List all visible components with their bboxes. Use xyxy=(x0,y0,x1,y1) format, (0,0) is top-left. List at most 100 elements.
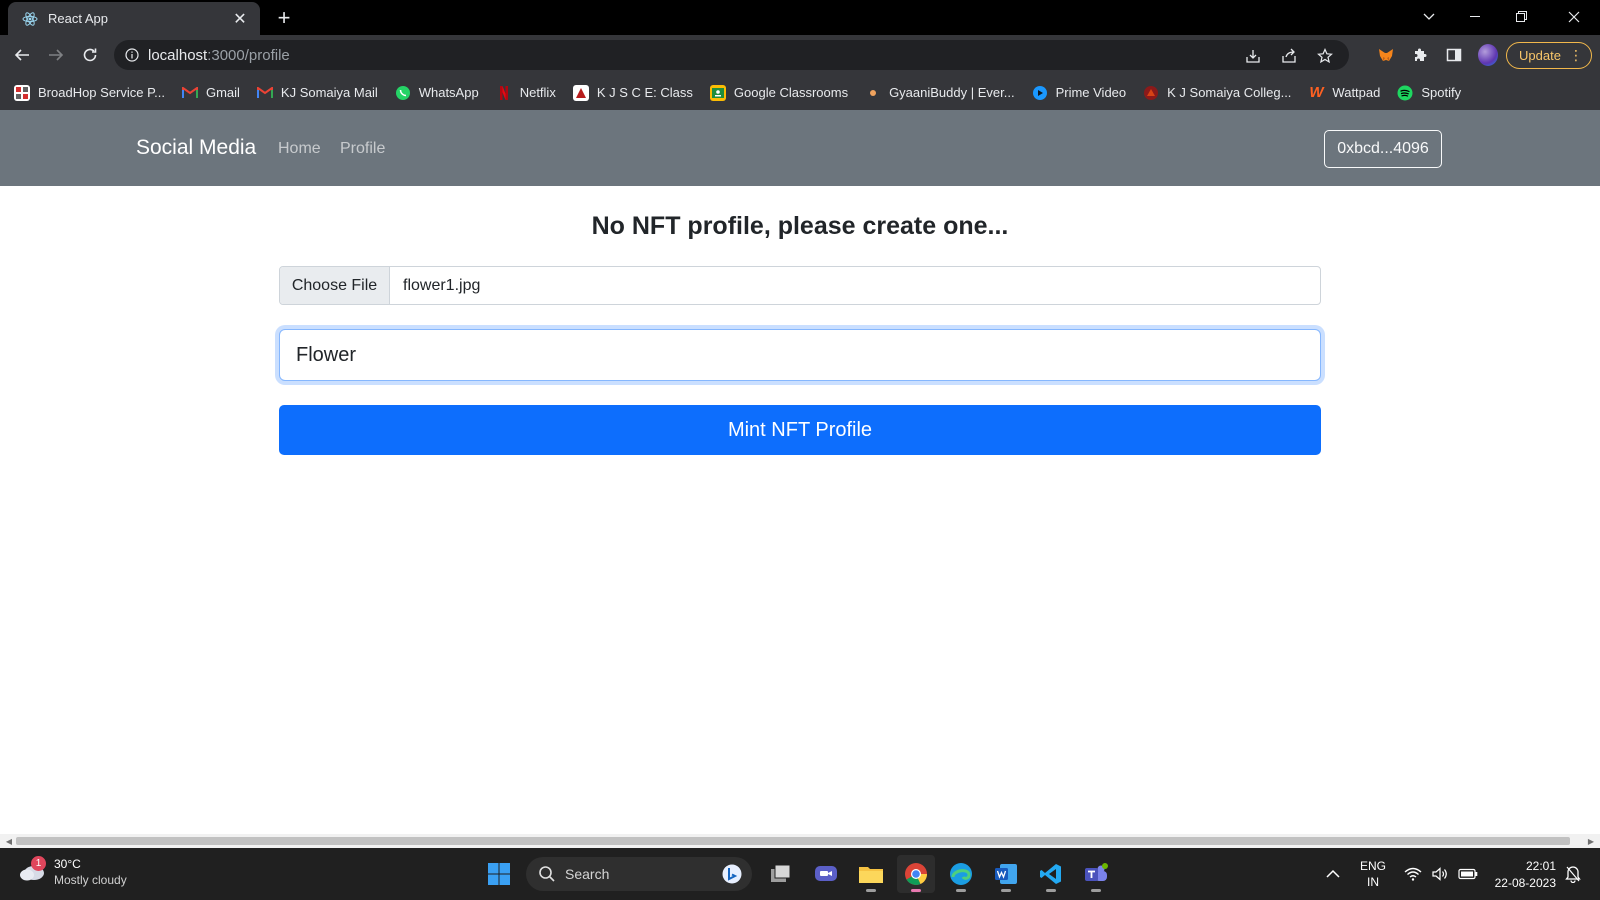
scroll-left-icon[interactable]: ◀ xyxy=(2,834,16,848)
file-upload-input[interactable]: Choose File flower1.jpg xyxy=(279,266,1321,305)
reload-icon[interactable] xyxy=(76,41,104,69)
nav-home[interactable]: Home xyxy=(278,140,321,158)
tab-title: React App xyxy=(48,11,108,26)
menu-dots-icon[interactable]: ⋮ xyxy=(1569,46,1583,64)
update-label: Update xyxy=(1519,48,1561,63)
page-title: No NFT profile, please create one... xyxy=(591,212,1009,240)
nav-profile[interactable]: Profile xyxy=(340,140,385,158)
netflix-icon xyxy=(496,85,512,101)
update-button[interactable]: Update ⋮ xyxy=(1506,42,1592,69)
bookmark-whatsapp[interactable]: WhatsApp xyxy=(395,85,479,101)
search-icon xyxy=(539,866,555,882)
bookmark-broadhop[interactable]: BroadHop Service P... xyxy=(14,84,165,101)
tab-search-icon[interactable] xyxy=(1406,0,1452,33)
bookmark-label: Wattpad xyxy=(1332,85,1381,100)
weather-temperature: 30°C xyxy=(54,857,81,871)
share-icon[interactable] xyxy=(1279,46,1299,66)
bookmark-gyaanibuddy[interactable]: GyaaniBuddy | Ever... xyxy=(865,85,1015,101)
weather-widget[interactable]: 1 30°C Mostly cloudy xyxy=(18,856,127,888)
taskbar-search[interactable]: Search xyxy=(526,857,752,891)
bookmark-label: BroadHop Service P... xyxy=(38,85,165,100)
running-indicator xyxy=(1046,889,1056,892)
bookmark-label: K J Somaiya Colleg... xyxy=(1167,85,1292,100)
bookmark-label: Google Classrooms xyxy=(733,85,849,100)
bookmark-kj-somaiya-college[interactable]: K J Somaiya Colleg... xyxy=(1143,85,1291,101)
bookmark-kjsce-class[interactable]: K J S C E: Class xyxy=(572,84,693,101)
system-tray[interactable] xyxy=(1404,848,1478,900)
file-explorer-icon[interactable] xyxy=(852,855,890,893)
new-tab-button[interactable]: + xyxy=(270,4,298,32)
edge-icon[interactable] xyxy=(942,855,980,893)
scroll-right-icon[interactable]: ▶ xyxy=(1584,834,1598,848)
search-label: Search xyxy=(565,866,610,882)
running-indicator xyxy=(866,889,876,892)
tab-react-app[interactable]: React App ✕ xyxy=(8,2,260,35)
wallet-account-button[interactable]: 0xbcd...4096 xyxy=(1324,130,1442,168)
install-app-icon[interactable] xyxy=(1243,46,1263,66)
gmail-icon xyxy=(181,85,198,101)
notifications-bell-icon[interactable] xyxy=(1565,848,1581,900)
bookmark-label: Netflix xyxy=(519,85,556,100)
whatsapp-icon xyxy=(395,85,411,101)
classroom-icon xyxy=(709,84,726,101)
profile-avatar[interactable] xyxy=(1478,44,1498,66)
url-host: localhost xyxy=(148,46,208,64)
wifi-icon xyxy=(1404,867,1422,881)
bookmark-gmail[interactable]: Gmail xyxy=(181,85,240,101)
selected-file-name: flower1.jpg xyxy=(403,276,481,294)
running-indicator xyxy=(1001,889,1011,892)
spotify-icon xyxy=(1397,85,1413,101)
gmail-icon xyxy=(256,85,273,101)
back-icon[interactable] xyxy=(8,41,36,69)
vscode-icon[interactable] xyxy=(1032,855,1070,893)
weather-alert-badge: 1 xyxy=(31,856,46,871)
minimize-icon[interactable] xyxy=(1452,0,1498,33)
start-button[interactable] xyxy=(480,855,518,893)
bookmark-google-classrooms[interactable]: Google Classrooms xyxy=(709,84,849,101)
mint-nft-profile-button[interactable]: Mint NFT Profile xyxy=(279,405,1321,455)
bookmark-wattpad[interactable]: W Wattpad xyxy=(1308,84,1381,101)
brand-logo[interactable]: Social Media xyxy=(136,136,256,160)
side-panel-icon[interactable] xyxy=(1444,45,1464,65)
chrome-icon[interactable] xyxy=(897,855,935,893)
task-view-icon[interactable] xyxy=(762,855,800,893)
show-hidden-icons-icon[interactable] xyxy=(1326,848,1340,900)
extensions-puzzle-icon[interactable] xyxy=(1410,45,1430,65)
bookmark-label: K J S C E: Class xyxy=(596,85,693,100)
bookmark-spotify[interactable]: Spotify xyxy=(1397,85,1461,101)
clock-date: 22-08-2023 xyxy=(1494,876,1556,890)
address-bar[interactable]: localhost:3000/profile xyxy=(114,40,1349,70)
bookmark-star-icon[interactable] xyxy=(1315,46,1335,66)
username-input[interactable] xyxy=(279,329,1321,381)
active-indicator xyxy=(911,889,921,892)
choose-file-button[interactable]: Choose File xyxy=(280,267,390,304)
cloud-icon: 1 xyxy=(18,856,46,884)
taskbar-clock[interactable]: 22:01 22-08-2023 xyxy=(1488,858,1556,892)
windows-taskbar: 1 30°C Mostly cloudy Search ENG IN 22:01… xyxy=(0,848,1600,900)
teams-icon[interactable] xyxy=(1077,855,1115,893)
bookmark-kj-somaiya-mail[interactable]: KJ Somaiya Mail xyxy=(256,85,378,101)
bookmark-label: Gmail xyxy=(205,85,240,100)
region-code: IN xyxy=(1367,875,1379,889)
bing-icon[interactable] xyxy=(722,864,742,887)
language-indicator[interactable]: ENG IN xyxy=(1360,848,1386,900)
kjsce-icon xyxy=(572,84,589,101)
teams-chat-icon[interactable] xyxy=(807,855,845,893)
bookmark-prime-video[interactable]: Prime Video xyxy=(1032,85,1126,101)
horizontal-scrollbar[interactable]: ◀ ▶ xyxy=(0,834,1600,848)
forward-icon[interactable] xyxy=(42,41,70,69)
broadhop-icon xyxy=(14,84,30,101)
restore-icon[interactable] xyxy=(1498,0,1544,33)
close-tab-icon[interactable]: ✕ xyxy=(230,9,250,29)
site-info-icon[interactable] xyxy=(124,47,140,63)
close-window-icon[interactable] xyxy=(1554,0,1594,33)
scrollbar-thumb[interactable] xyxy=(16,837,1570,845)
bookmark-label: Spotify xyxy=(1421,85,1462,100)
word-icon[interactable] xyxy=(987,855,1025,893)
weather-description: Mostly cloudy xyxy=(54,873,127,887)
bookmark-netflix[interactable]: Netflix xyxy=(496,85,556,101)
volume-icon xyxy=(1432,867,1447,881)
browser-tab-strip: React App ✕ + xyxy=(0,0,1600,35)
wattpad-icon: W xyxy=(1309,84,1324,101)
metamask-icon[interactable] xyxy=(1376,45,1396,65)
